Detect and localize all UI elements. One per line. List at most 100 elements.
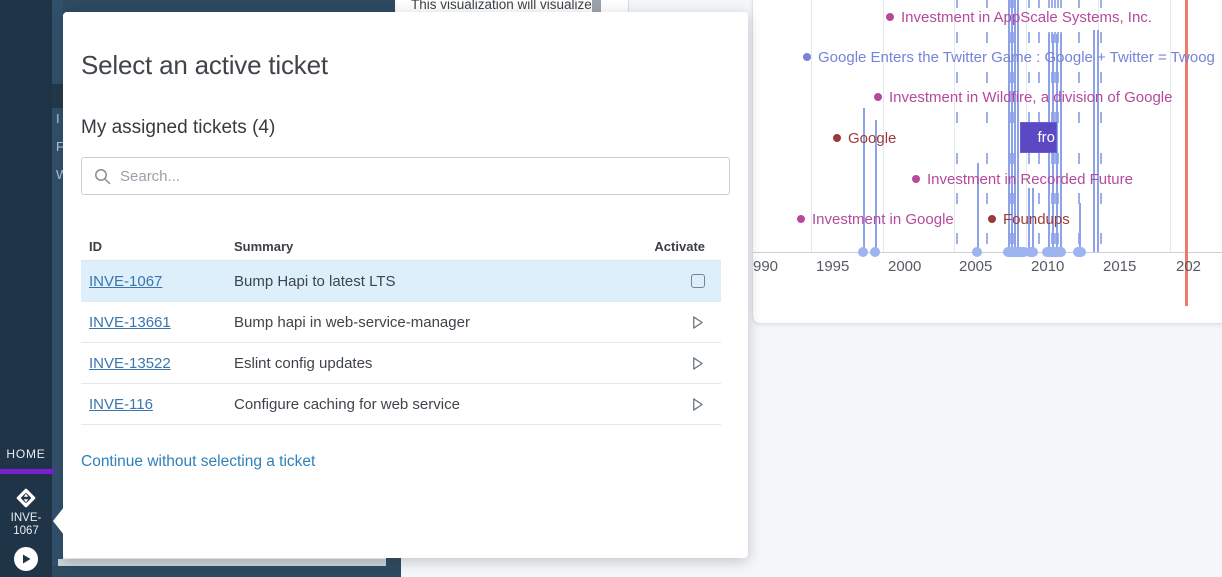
axis-year-label: 2015 — [1103, 258, 1136, 275]
event-tick — [1100, 72, 1102, 83]
timeline-event-google[interactable]: Google — [833, 129, 896, 147]
ticket-summary: Bump Hapi to latest LTS — [234, 273, 647, 290]
event-tick — [1048, 0, 1050, 8]
event-tick — [956, 32, 958, 43]
event-tick — [1038, 153, 1040, 164]
event-bullet-icon — [886, 13, 894, 21]
event-tick — [1100, 32, 1102, 43]
timeline-event-wildfire[interactable]: Investment in Wildfire, a division of Go… — [874, 88, 1172, 106]
assigned-tickets-table: ID Summary Activate INVE-1067 Bump Hapi … — [81, 232, 721, 425]
timeline-event-label: Foundups — [1003, 211, 1070, 228]
event-bullet-icon — [803, 53, 811, 61]
year-gridline — [1170, 0, 1171, 252]
timeline-axis-line — [753, 252, 1222, 253]
search-input[interactable] — [120, 168, 717, 185]
event-tick — [1078, 72, 1080, 83]
background-highlight-fragment — [52, 84, 63, 108]
ticket-id-link[interactable]: INVE-13522 — [89, 355, 171, 372]
event-tick — [1078, 112, 1080, 123]
header-summary: Summary — [234, 239, 647, 254]
table-header-row: ID Summary Activate — [81, 232, 721, 261]
table-row[interactable]: INVE-13661 Bump hapi in web-service-mana… — [81, 302, 721, 343]
event-tick — [1028, 72, 1030, 83]
sidebar-play-button[interactable] — [14, 547, 38, 571]
search-icon — [94, 168, 111, 185]
ticket-diamond-icon — [14, 486, 38, 510]
axis-year-label: 2000 — [888, 258, 921, 275]
event-tick — [986, 193, 988, 204]
axis-year-label: 202 — [1176, 258, 1201, 275]
timeline-event-label: Investment in Google — [812, 211, 954, 228]
table-row[interactable]: INVE-116 Configure caching for web servi… — [81, 384, 721, 425]
event-tick — [1038, 193, 1040, 204]
event-tick — [1028, 153, 1030, 164]
timeline-event-investment-google[interactable]: Investment in Google — [797, 210, 954, 228]
assigned-tickets-heading: My assigned tickets (4) — [81, 117, 275, 139]
event-marker-dot — [870, 247, 880, 257]
sidebar-item-active-ticket[interactable]: INVE-1067 — [0, 486, 52, 537]
event-tick — [1078, 0, 1080, 8]
table-row[interactable]: INVE-1067 Bump Hapi to latest LTS — [81, 261, 721, 302]
event-stem — [1079, 203, 1081, 252]
event-tick — [1038, 72, 1040, 83]
timeline-selected-event-box[interactable]: fro — [1020, 122, 1057, 153]
sidebar-item-home[interactable]: HOME — [0, 447, 52, 461]
axis-year-label: 2010 — [1031, 258, 1064, 275]
header-activate: Activate — [647, 239, 707, 254]
event-tick — [986, 32, 988, 43]
timeline-event-label: Investment in Recorded Future — [927, 171, 1133, 188]
timeline-event-foundups[interactable]: Foundups — [988, 210, 1070, 228]
ticket-id-link[interactable]: INVE-116 — [89, 396, 153, 413]
event-bullet-icon — [833, 134, 841, 142]
event-tick — [1078, 32, 1080, 43]
timeline-event-label: Google Enters the Twitter Game : Google … — [818, 49, 1215, 66]
event-tick — [986, 72, 988, 83]
event-tick — [956, 112, 958, 123]
event-tick — [1100, 0, 1102, 8]
continue-without-ticket-link[interactable]: Continue without selecting a ticket — [81, 453, 315, 471]
event-tick — [1078, 153, 1080, 164]
event-tick — [956, 72, 958, 83]
timeline-canvas: Investment in AppScale Systems, Inc. Goo… — [753, 0, 1222, 323]
event-tick — [1038, 32, 1040, 43]
selected-event-label: fro — [1037, 129, 1055, 146]
event-bullet-icon — [874, 93, 882, 101]
timeline-event-label: Investment in AppScale Systems, Inc. — [901, 9, 1152, 26]
event-tick — [1038, 233, 1040, 244]
select-ticket-modal: Select an active ticket My assigned tick… — [63, 12, 748, 558]
timeline-event-label: Investment in Wildfire, a division of Go… — [889, 89, 1172, 106]
event-tick — [956, 0, 958, 8]
sidebar-ticket-label: INVE-1067 — [0, 512, 52, 537]
event-tick — [956, 153, 958, 164]
ticket-id-link[interactable]: INVE-1067 — [89, 273, 162, 290]
sidebar-accent-divider — [0, 469, 54, 474]
event-marker-dot — [1042, 247, 1066, 257]
timeline-event-label: Google — [848, 130, 896, 147]
event-tick — [956, 193, 958, 204]
header-id: ID — [89, 239, 234, 254]
activate-play-icon[interactable] — [690, 397, 705, 412]
event-tick — [1057, 0, 1059, 8]
event-tick — [1060, 0, 1062, 8]
event-tick — [1100, 112, 1102, 123]
event-tick — [1051, 0, 1053, 8]
background-panel-bottom-border — [52, 566, 400, 577]
ticket-id-link[interactable]: INVE-13661 — [89, 314, 171, 331]
activate-play-icon[interactable] — [690, 356, 705, 371]
event-tick — [986, 153, 988, 164]
table-row[interactable]: INVE-13522 Eslint config updates — [81, 343, 721, 384]
event-tick — [1100, 233, 1102, 244]
background-panel-corner — [386, 558, 401, 577]
timeline-event-recorded-future[interactable]: Investment in Recorded Future — [912, 170, 1133, 188]
timeline-clip-area: Investment in AppScale Systems, Inc. Goo… — [753, 0, 1222, 323]
event-tick — [1100, 153, 1102, 164]
event-tick — [1100, 193, 1102, 204]
activate-play-icon[interactable] — [690, 315, 705, 330]
app-sidebar: HOME INVE-1067 — [0, 0, 52, 577]
event-tick — [1054, 0, 1056, 8]
activate-checkbox[interactable] — [691, 274, 705, 288]
event-bullet-icon — [988, 215, 996, 223]
ticket-search-box — [81, 157, 730, 195]
timeline-event-twitter-game[interactable]: Google Enters the Twitter Game : Google … — [803, 48, 1215, 66]
timeline-event-appscale[interactable]: Investment in AppScale Systems, Inc. — [886, 8, 1152, 26]
